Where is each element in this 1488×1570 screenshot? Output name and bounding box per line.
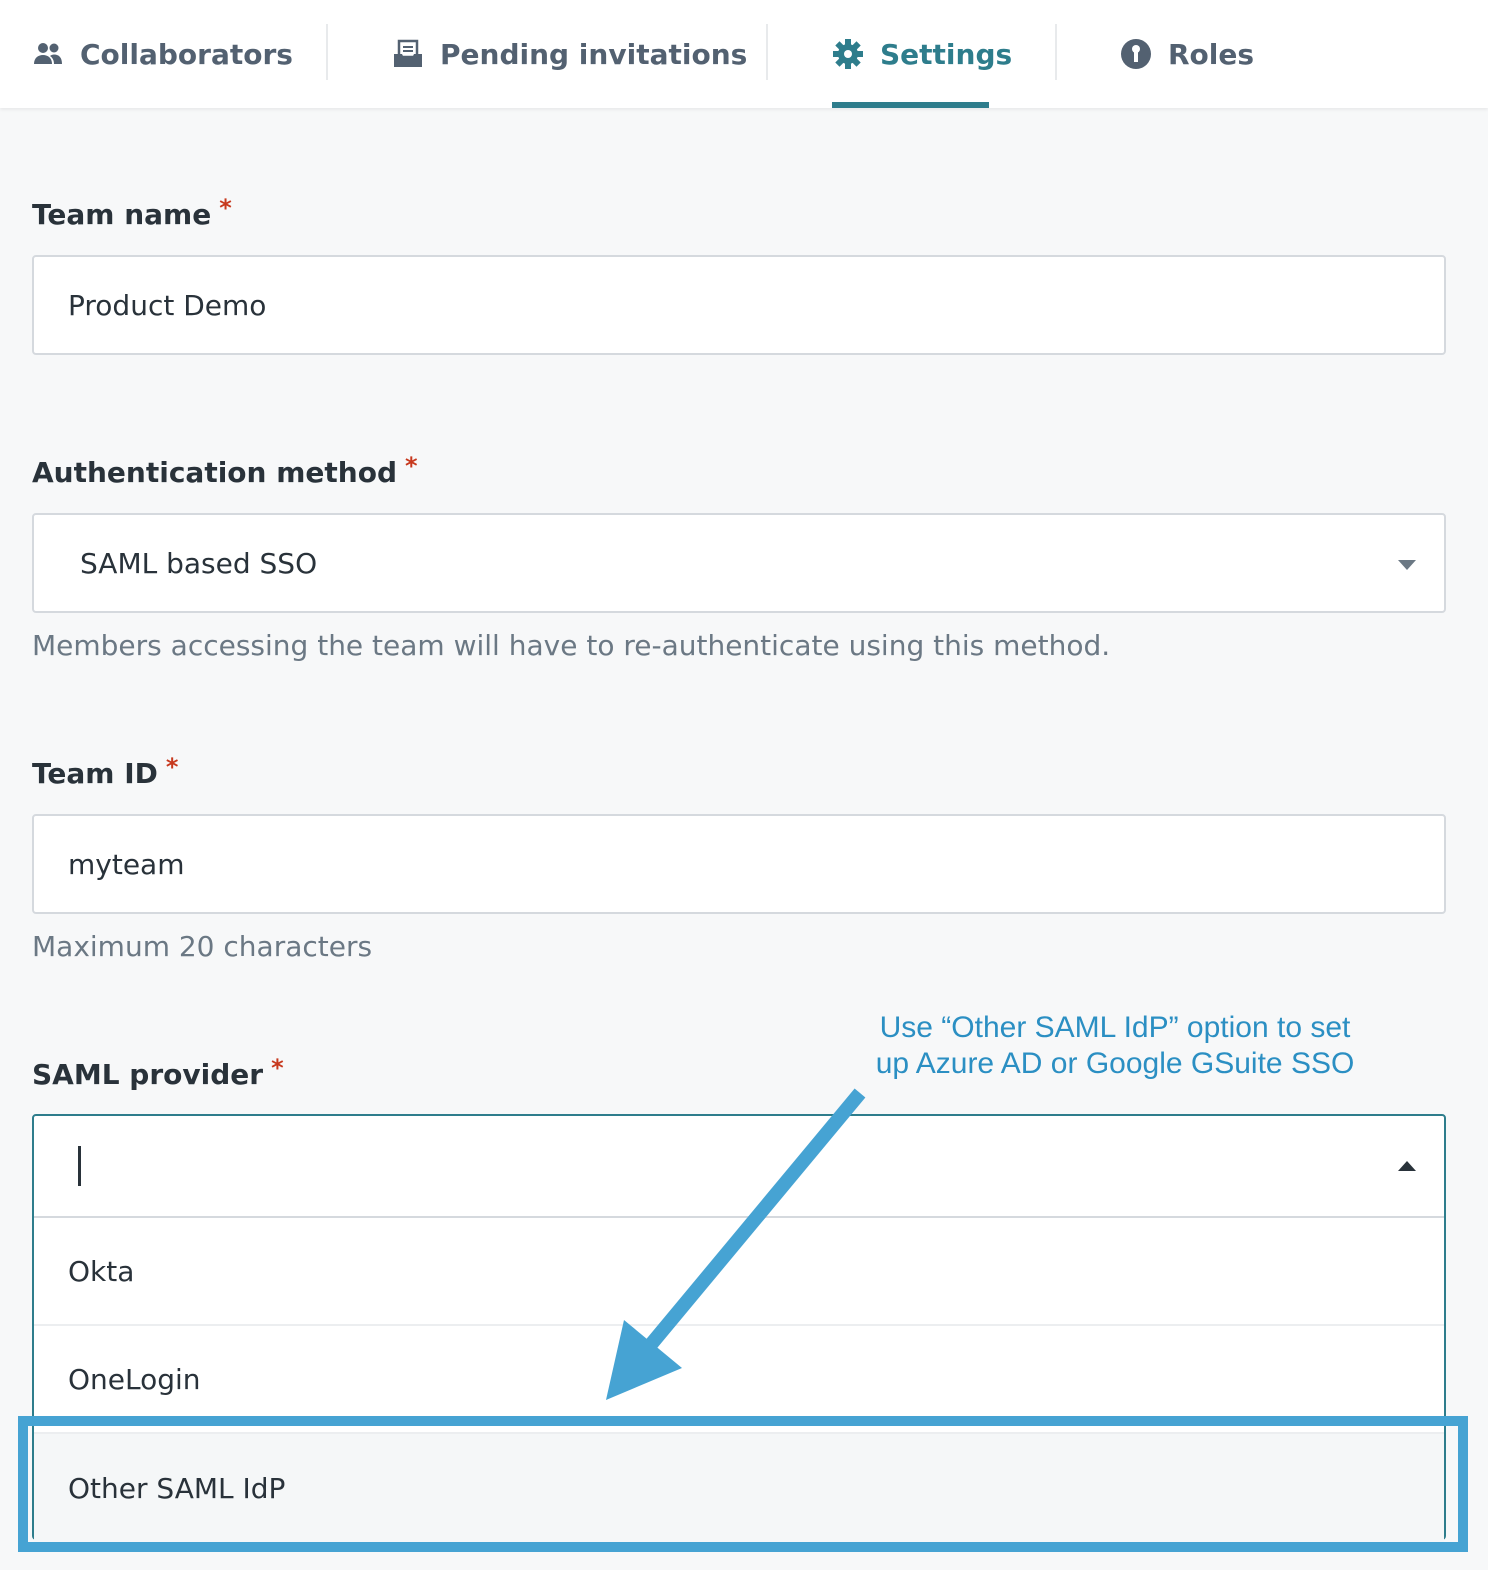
annotation-arrow	[606, 1088, 866, 1400]
annotation-highlight-box	[18, 1416, 1468, 1552]
